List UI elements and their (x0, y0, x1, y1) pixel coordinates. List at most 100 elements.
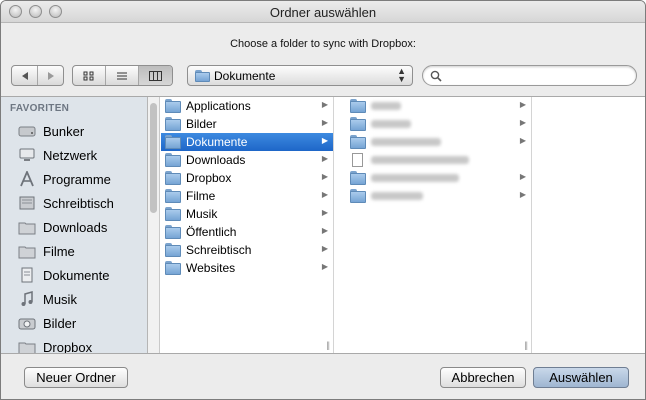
back-forward-control (11, 65, 64, 86)
list-item[interactable]: Applications ▶ (161, 97, 333, 115)
disclosure-arrow-icon: ▶ (519, 172, 526, 181)
forward-arrow-icon (47, 71, 54, 80)
list-item-redacted[interactable]: ▶ (346, 133, 531, 151)
sidebar-item-label: Bunker (43, 124, 85, 139)
sidebar-item-dropbox[interactable]: Dropbox (1, 335, 147, 353)
drive-icon (18, 126, 36, 137)
list-item-redacted[interactable] (346, 151, 531, 169)
sidebar-item-label: Netzwerk (43, 148, 98, 163)
list-item-redacted[interactable]: ▶ (346, 187, 531, 205)
column-view-button[interactable] (138, 66, 172, 85)
sidebar-item-label: Musik (43, 292, 77, 307)
disclosure-arrow-icon: ▶ (321, 118, 328, 127)
sidebar-item-label: Downloads (43, 220, 108, 235)
chevron-updown-icon: ▲ ▼ (397, 66, 406, 84)
sidebar-item-filme[interactable]: Filme (1, 239, 147, 263)
item-label: Downloads (186, 153, 246, 167)
sidebar-item-bilder[interactable]: Bilder (1, 311, 147, 335)
list-item[interactable]: Filme ▶ (161, 187, 333, 205)
folder-icon (350, 117, 366, 131)
desktop-icon (19, 196, 35, 210)
list-item[interactable]: Musik ▶ (161, 205, 333, 223)
list-item-redacted[interactable]: ▶ (346, 97, 531, 115)
sidebar-header: FAVORITEN (10, 103, 70, 114)
sidebar-item-musik[interactable]: Musik (1, 287, 147, 311)
column-empty (532, 97, 645, 353)
public-folder-icon (165, 225, 181, 239)
list-item-redacted[interactable]: ▶ (346, 115, 531, 133)
sidebar-item-netzwerk[interactable]: Netzwerk (1, 143, 147, 167)
downloads-folder-icon (165, 153, 181, 167)
disclosure-arrow-icon: ▶ (519, 100, 526, 109)
sidebar-item-label: Dropbox (43, 340, 93, 353)
item-label: Applications (186, 99, 251, 113)
sidebar-item-label: Dokumente (43, 268, 110, 283)
folder-icon (350, 135, 366, 149)
scrollbar-thumb[interactable] (150, 103, 157, 213)
column-home: Applications ▶ Bilder ▶ Dokumente ▶ Down… (161, 97, 334, 353)
dropbox-folder-icon (18, 342, 36, 353)
list-item[interactable]: Bilder ▶ (161, 115, 333, 133)
redacted-label (371, 192, 423, 200)
forward-button[interactable] (38, 66, 63, 85)
icon-view-icon (83, 71, 94, 80)
list-item-selected[interactable]: Dokumente ▶ (161, 133, 333, 151)
applications-icon (20, 171, 34, 187)
back-button[interactable] (12, 66, 38, 85)
applications-folder-icon (165, 99, 181, 113)
folder-icon (195, 70, 210, 82)
new-folder-button[interactable]: Neuer Ordner (24, 367, 128, 388)
item-label: Musik (186, 207, 218, 221)
movies-folder-icon (165, 189, 181, 203)
list-item[interactable]: Schreibtisch ▶ (161, 241, 333, 259)
search-icon (430, 70, 442, 82)
redacted-label (371, 120, 411, 128)
list-item[interactable]: Dropbox ▶ (161, 169, 333, 187)
item-label: Bilder (186, 117, 217, 131)
view-mode-control (72, 65, 173, 86)
dropbox-folder-icon (165, 171, 181, 185)
item-label: Dokumente (186, 135, 248, 149)
redacted-label (371, 102, 401, 110)
item-label: Öffentlich (186, 225, 237, 239)
file-browser: FAVORITEN Bunker Netzwerk Programme Schr… (1, 96, 645, 354)
sidebar-item-downloads[interactable]: Downloads (1, 215, 147, 239)
item-label: Filme (186, 189, 216, 203)
list-item[interactable]: Downloads ▶ (161, 151, 333, 169)
dialog-prompt: Choose a folder to sync with Dropbox: (230, 38, 416, 50)
sidebar-item-programme[interactable]: Programme (1, 167, 147, 191)
movies-icon (18, 246, 36, 259)
column-resize-handle[interactable]: || (524, 340, 528, 350)
sidebar-item-dokumente[interactable]: Dokumente (1, 263, 147, 287)
sidebar-scrollbar[interactable] (148, 97, 160, 353)
pictures-icon (18, 318, 36, 330)
list-item[interactable]: Öffentlich ▶ (161, 223, 333, 241)
document-icon (352, 153, 363, 167)
disclosure-arrow-icon: ▶ (321, 226, 328, 235)
sidebar: FAVORITEN Bunker Netzwerk Programme Schr… (1, 97, 148, 353)
sidebar-item-bunker[interactable]: Bunker (1, 119, 147, 143)
icon-view-button[interactable] (73, 66, 107, 85)
list-view-button[interactable] (106, 66, 139, 85)
toolbar: Dokumente ▲ ▼ (1, 63, 645, 89)
search-field[interactable] (422, 65, 637, 86)
choose-button[interactable]: Auswählen (533, 367, 629, 388)
sites-folder-icon (165, 261, 181, 275)
disclosure-arrow-icon: ▶ (321, 244, 328, 253)
search-input[interactable] (445, 68, 630, 83)
disclosure-arrow-icon: ▶ (519, 190, 526, 199)
documents-folder-icon (165, 135, 181, 149)
network-icon (19, 148, 35, 161)
location-popup[interactable]: Dokumente ▲ ▼ (187, 65, 413, 86)
list-item-redacted[interactable]: ▶ (346, 169, 531, 187)
music-icon (21, 291, 33, 306)
window-title: Ordner auswählen (269, 5, 377, 20)
list-view-icon (117, 72, 127, 79)
pictures-folder-icon (165, 117, 181, 131)
cancel-button[interactable]: Abbrechen (440, 367, 526, 388)
desktop-folder-icon (165, 243, 181, 257)
sidebar-item-schreibtisch[interactable]: Schreibtisch (1, 191, 147, 215)
disclosure-arrow-icon: ▶ (321, 154, 328, 163)
list-item[interactable]: Websites ▶ (161, 259, 333, 277)
column-resize-handle[interactable]: || (326, 340, 330, 350)
